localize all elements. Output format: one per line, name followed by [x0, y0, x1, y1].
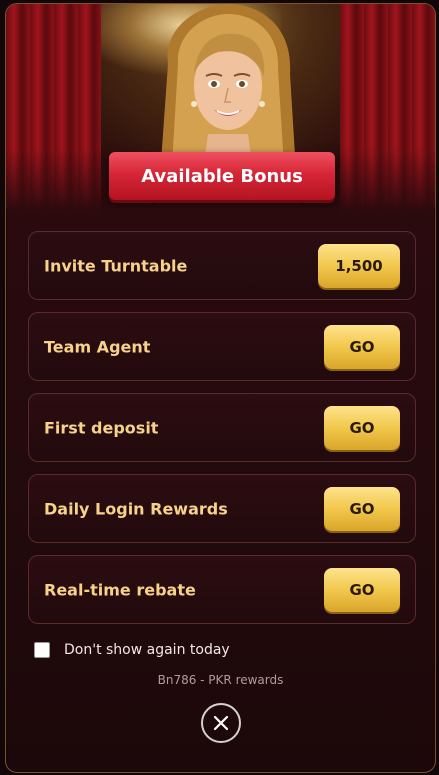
bonus-label-first-deposit: First deposit: [44, 418, 159, 437]
bonus-label-daily-login: Daily Login Rewards: [44, 499, 228, 518]
dont-show-again-label[interactable]: Don't show again today: [64, 642, 230, 658]
list-item: Daily Login Rewards GO: [28, 474, 416, 543]
first-deposit-go-button[interactable]: GO: [324, 405, 400, 450]
bonus-label-invite-turntable: Invite Turntable: [44, 256, 188, 275]
list-item: Invite Turntable 1,500: [28, 231, 416, 300]
dont-show-again-row[interactable]: Don't show again today: [34, 642, 230, 658]
bonus-list: Invite Turntable 1,500 Team Agent GO Fir…: [28, 231, 418, 636]
dont-show-again-checkbox[interactable]: [34, 642, 50, 658]
invite-turntable-button[interactable]: 1,500: [318, 243, 400, 288]
footer-note: Bn786 - PKR rewards: [157, 673, 284, 687]
bonus-modal: Available Bonus Invite Turntable 1,500 T…: [5, 3, 436, 773]
list-item: Real-time rebate GO: [28, 555, 416, 624]
modal-title: Available Bonus: [109, 152, 335, 200]
realtime-rebate-go-button[interactable]: GO: [324, 567, 400, 612]
team-agent-go-button[interactable]: GO: [324, 324, 400, 369]
bonus-label-realtime-rebate: Real-time rebate: [44, 580, 196, 599]
list-item: Team Agent GO: [28, 312, 416, 381]
close-icon: [213, 715, 229, 731]
close-button[interactable]: [201, 703, 241, 743]
daily-login-go-button[interactable]: GO: [324, 486, 400, 531]
list-item: First deposit GO: [28, 393, 416, 462]
bonus-label-team-agent: Team Agent: [44, 337, 151, 356]
